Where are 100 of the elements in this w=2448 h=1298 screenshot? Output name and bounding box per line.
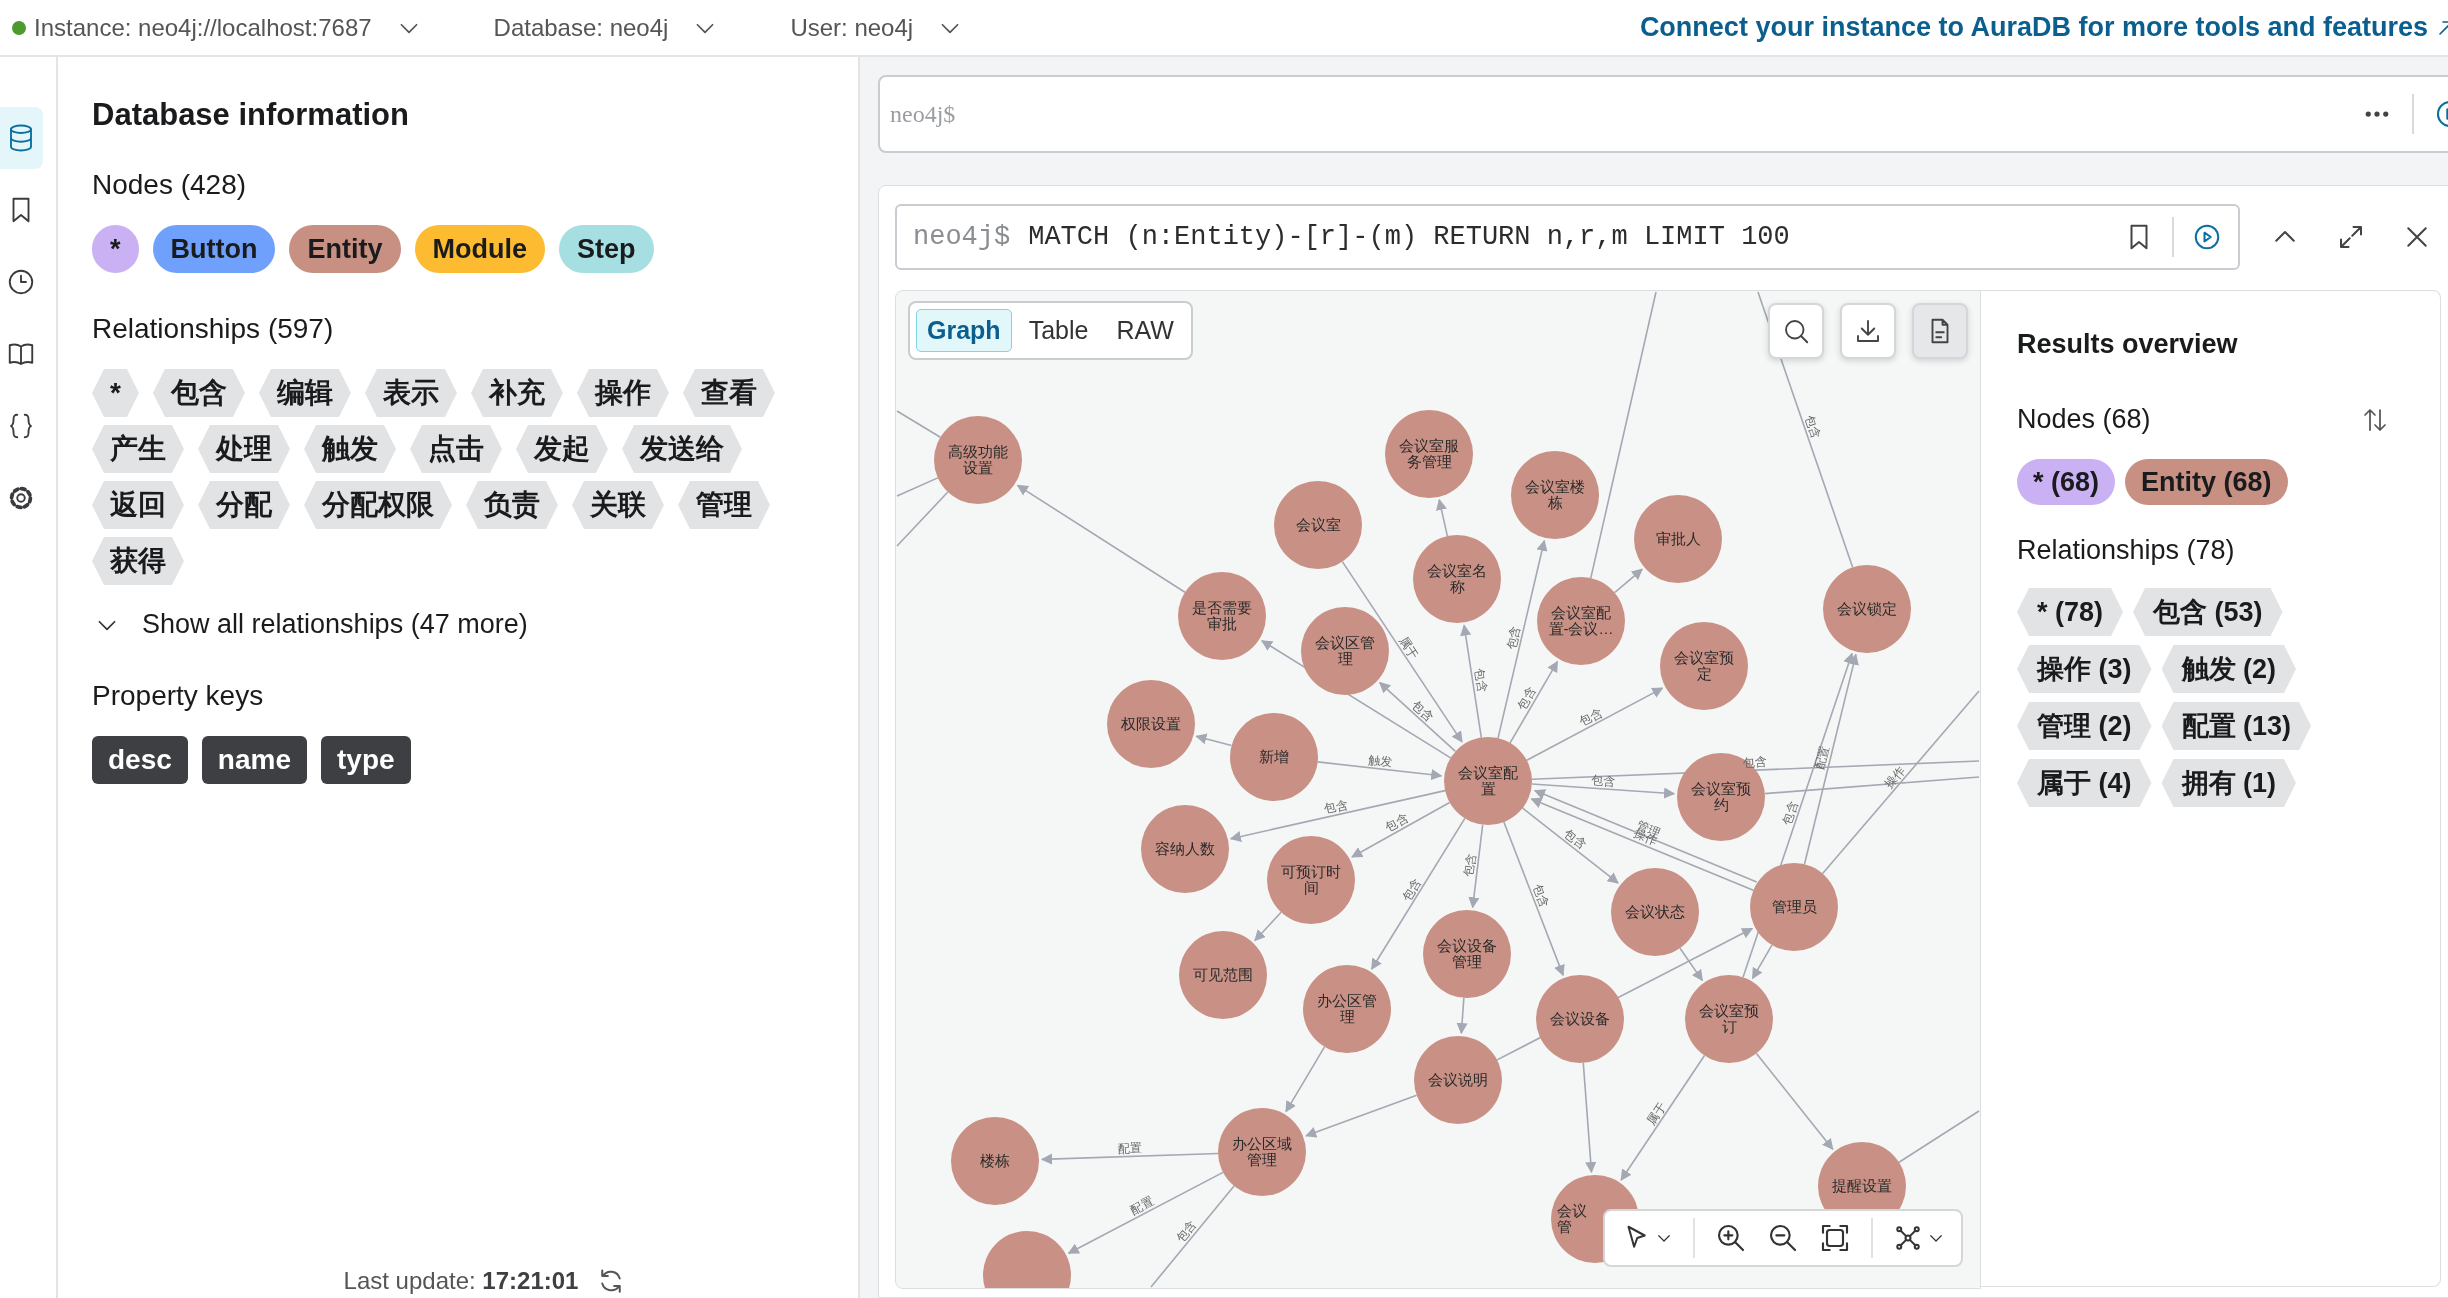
user-selector[interactable]: User: neo4j (790, 13, 914, 42)
fit-view-icon[interactable] (1819, 1222, 1851, 1254)
graph-node[interactable]: 新增 (1230, 713, 1318, 801)
relationship-type-chip[interactable]: 触发 (304, 425, 396, 473)
zoom-out-icon[interactable] (1767, 1222, 1799, 1254)
property-key-chip[interactable]: type (321, 736, 411, 784)
relationship-type-chip[interactable]: 获得 (92, 537, 184, 585)
relationship-label: 属于 (1643, 1099, 1669, 1128)
node-label-chip[interactable]: * (92, 225, 139, 273)
graph-node[interactable]: 容纳人数 (1141, 805, 1229, 893)
graph-node[interactable]: 办公区管 理 (1303, 965, 1391, 1053)
document-button[interactable] (1912, 303, 1968, 359)
relationship-type-chip[interactable]: 操作 (576, 369, 669, 417)
aura-link[interactable]: Connect your instance to AuraDB for more tools and features (1639, 12, 2448, 43)
graph-node[interactable]: 会议说明 (1414, 1036, 1502, 1124)
query-editor[interactable]: neo4j$ (878, 75, 2448, 153)
relationship-label: 配置 (1128, 1193, 1156, 1218)
node-label-chip[interactable]: Entity (289, 225, 401, 273)
graph-node[interactable]: 会议室名 称 (1413, 535, 1501, 623)
graph-node[interactable]: 会议室预 定 (1660, 622, 1748, 710)
relationship-type-chip[interactable]: 负责 (466, 481, 558, 529)
last-update-text: Last update: 17:21:01 (343, 1267, 579, 1295)
relationship-type-chip[interactable]: 触发 (2) (2161, 645, 2296, 693)
relationship-type-chip[interactable]: 包含 (152, 369, 245, 417)
graph-node[interactable]: 办公区域 管理 (1218, 1108, 1306, 1196)
graph-layout-icon[interactable] (1893, 1223, 1923, 1253)
overview-title: Results overview (2017, 329, 2239, 360)
property-key-chip[interactable]: name (201, 736, 307, 784)
zoom-in-icon[interactable] (1715, 1222, 1747, 1254)
graph-node[interactable]: 可预订时 间 (1267, 836, 1355, 924)
graph-node[interactable]: 会议室服 务管理 (1385, 410, 1473, 498)
panel-title: Database information (92, 97, 410, 133)
relationship-arrow (1613, 568, 1643, 594)
relationship-type-chip[interactable]: 表示 (364, 369, 457, 417)
relationship-type-chip[interactable]: 管理 (678, 481, 770, 529)
graph-node[interactable]: 管理员 (1750, 863, 1838, 951)
relationship-type-chip[interactable]: 分配权限 (304, 481, 452, 529)
graph-node[interactable]: 会议设备 管理 (1423, 910, 1511, 998)
instance-selector[interactable]: Instance: neo4j://localhost:7687 (34, 13, 372, 42)
graph-node[interactable]: 会议室配 置 (1444, 737, 1532, 825)
graph-node[interactable]: 会议室预 订 (1685, 975, 1773, 1063)
relationship-type-chip[interactable]: 分配 (198, 481, 290, 529)
query-input[interactable]: neo4j$ (888, 83, 2342, 145)
view-tab[interactable]: RAW (1105, 309, 1185, 352)
relationship-type-chip[interactable]: 补充 (470, 369, 563, 417)
relationships-heading: Relationships (78) (2017, 535, 2236, 566)
relationship-arrow (1436, 498, 1449, 537)
relationship-label: 包含 (1383, 810, 1411, 835)
search-button[interactable] (1768, 303, 1824, 359)
relationship-type-chip[interactable]: * (78) (2017, 588, 2124, 636)
database-button[interactable] (0, 107, 43, 169)
node-label-chip[interactable]: Module (414, 225, 545, 273)
node-label-chip[interactable]: Step (559, 225, 654, 273)
node-label-chip[interactable]: * (68) (2017, 459, 2116, 505)
relationship-arrow (1195, 733, 1233, 747)
graph-node[interactable]: 是否需要 审批 (1178, 572, 1266, 660)
relationship-type-chip[interactable]: 配置 (13) (2161, 702, 2312, 750)
graph-node[interactable]: 高级功能 设置 (934, 416, 1022, 504)
graph-node[interactable]: 可见范围 (1179, 931, 1267, 1019)
relationship-type-chip[interactable]: 查看 (682, 369, 775, 417)
graph-node[interactable]: 审批人 (1634, 495, 1722, 583)
graph-node[interactable] (983, 1231, 1071, 1288)
view-tab[interactable]: Graph (916, 309, 1012, 352)
relationship-type-chip[interactable]: 发起 (516, 425, 608, 473)
run-icon[interactable] (2192, 222, 2222, 252)
property-key-chip[interactable]: desc (92, 736, 188, 784)
relationship-label: 包含 (1577, 705, 1605, 729)
graph-node[interactable]: 会议状态 (1611, 868, 1699, 956)
relationship-type-chip[interactable]: 管理 (2) (2017, 702, 2152, 750)
relationship-label: 包含 (1802, 413, 1824, 441)
graph-node[interactable]: 楼栋 (951, 1117, 1039, 1205)
graph-node[interactable]: 会议锁定 (1823, 565, 1911, 653)
database-selector[interactable]: Database: neo4j (493, 13, 669, 42)
relationship-type-chip[interactable]: 属于 (4) (2017, 759, 2152, 807)
graph-node[interactable]: 会议区管 理 (1301, 607, 1389, 695)
relationship-type-chip[interactable]: 包含 (53) (2133, 588, 2283, 636)
graph-node[interactable]: 会议室配 置-会议… (1537, 577, 1625, 665)
relationship-type-chip[interactable]: 产生 (92, 425, 184, 473)
nodes-heading: Nodes (68) (2017, 404, 2151, 435)
relationship-type-chip[interactable]: * (92, 369, 139, 417)
node-label-chip[interactable]: Entity (68) (2125, 459, 2288, 505)
show-all-toggle[interactable]: Show all relationships (47 more) (94, 609, 838, 640)
graph-node[interactable]: 权限设置 (1107, 680, 1195, 768)
view-tab[interactable]: Table (1017, 309, 1100, 352)
graph-node[interactable]: 会议室 (1274, 481, 1362, 569)
node-label-chip[interactable]: Button (152, 225, 276, 273)
graph-node[interactable]: 会议室楼 栋 (1511, 451, 1599, 539)
relationship-type-chip[interactable]: 编辑 (258, 369, 351, 417)
relationship-type-chip[interactable]: 关联 (572, 481, 664, 529)
graph-node[interactable]: 会议设备 (1536, 975, 1624, 1063)
download-button[interactable] (1840, 303, 1896, 359)
relationship-label: 包含 (1173, 1217, 1200, 1246)
relationship-type-chip[interactable]: 拥有 (1) (2161, 759, 2296, 807)
relationship-type-chip[interactable]: 发送给 (622, 425, 742, 473)
relationship-label: 配置 (1812, 744, 1833, 771)
query-bar[interactable]: neo4j$ MATCH (n:Entity)-[r]-(m) RETURN n,r,m LIMIT 100 (895, 204, 2240, 270)
relationship-type-chip[interactable]: 点击 (410, 425, 502, 473)
relationship-type-chip[interactable]: 返回 (92, 481, 184, 529)
relationship-type-chip[interactable]: 操作 (3) (2017, 645, 2152, 693)
relationship-type-chip[interactable]: 处理 (198, 425, 290, 473)
